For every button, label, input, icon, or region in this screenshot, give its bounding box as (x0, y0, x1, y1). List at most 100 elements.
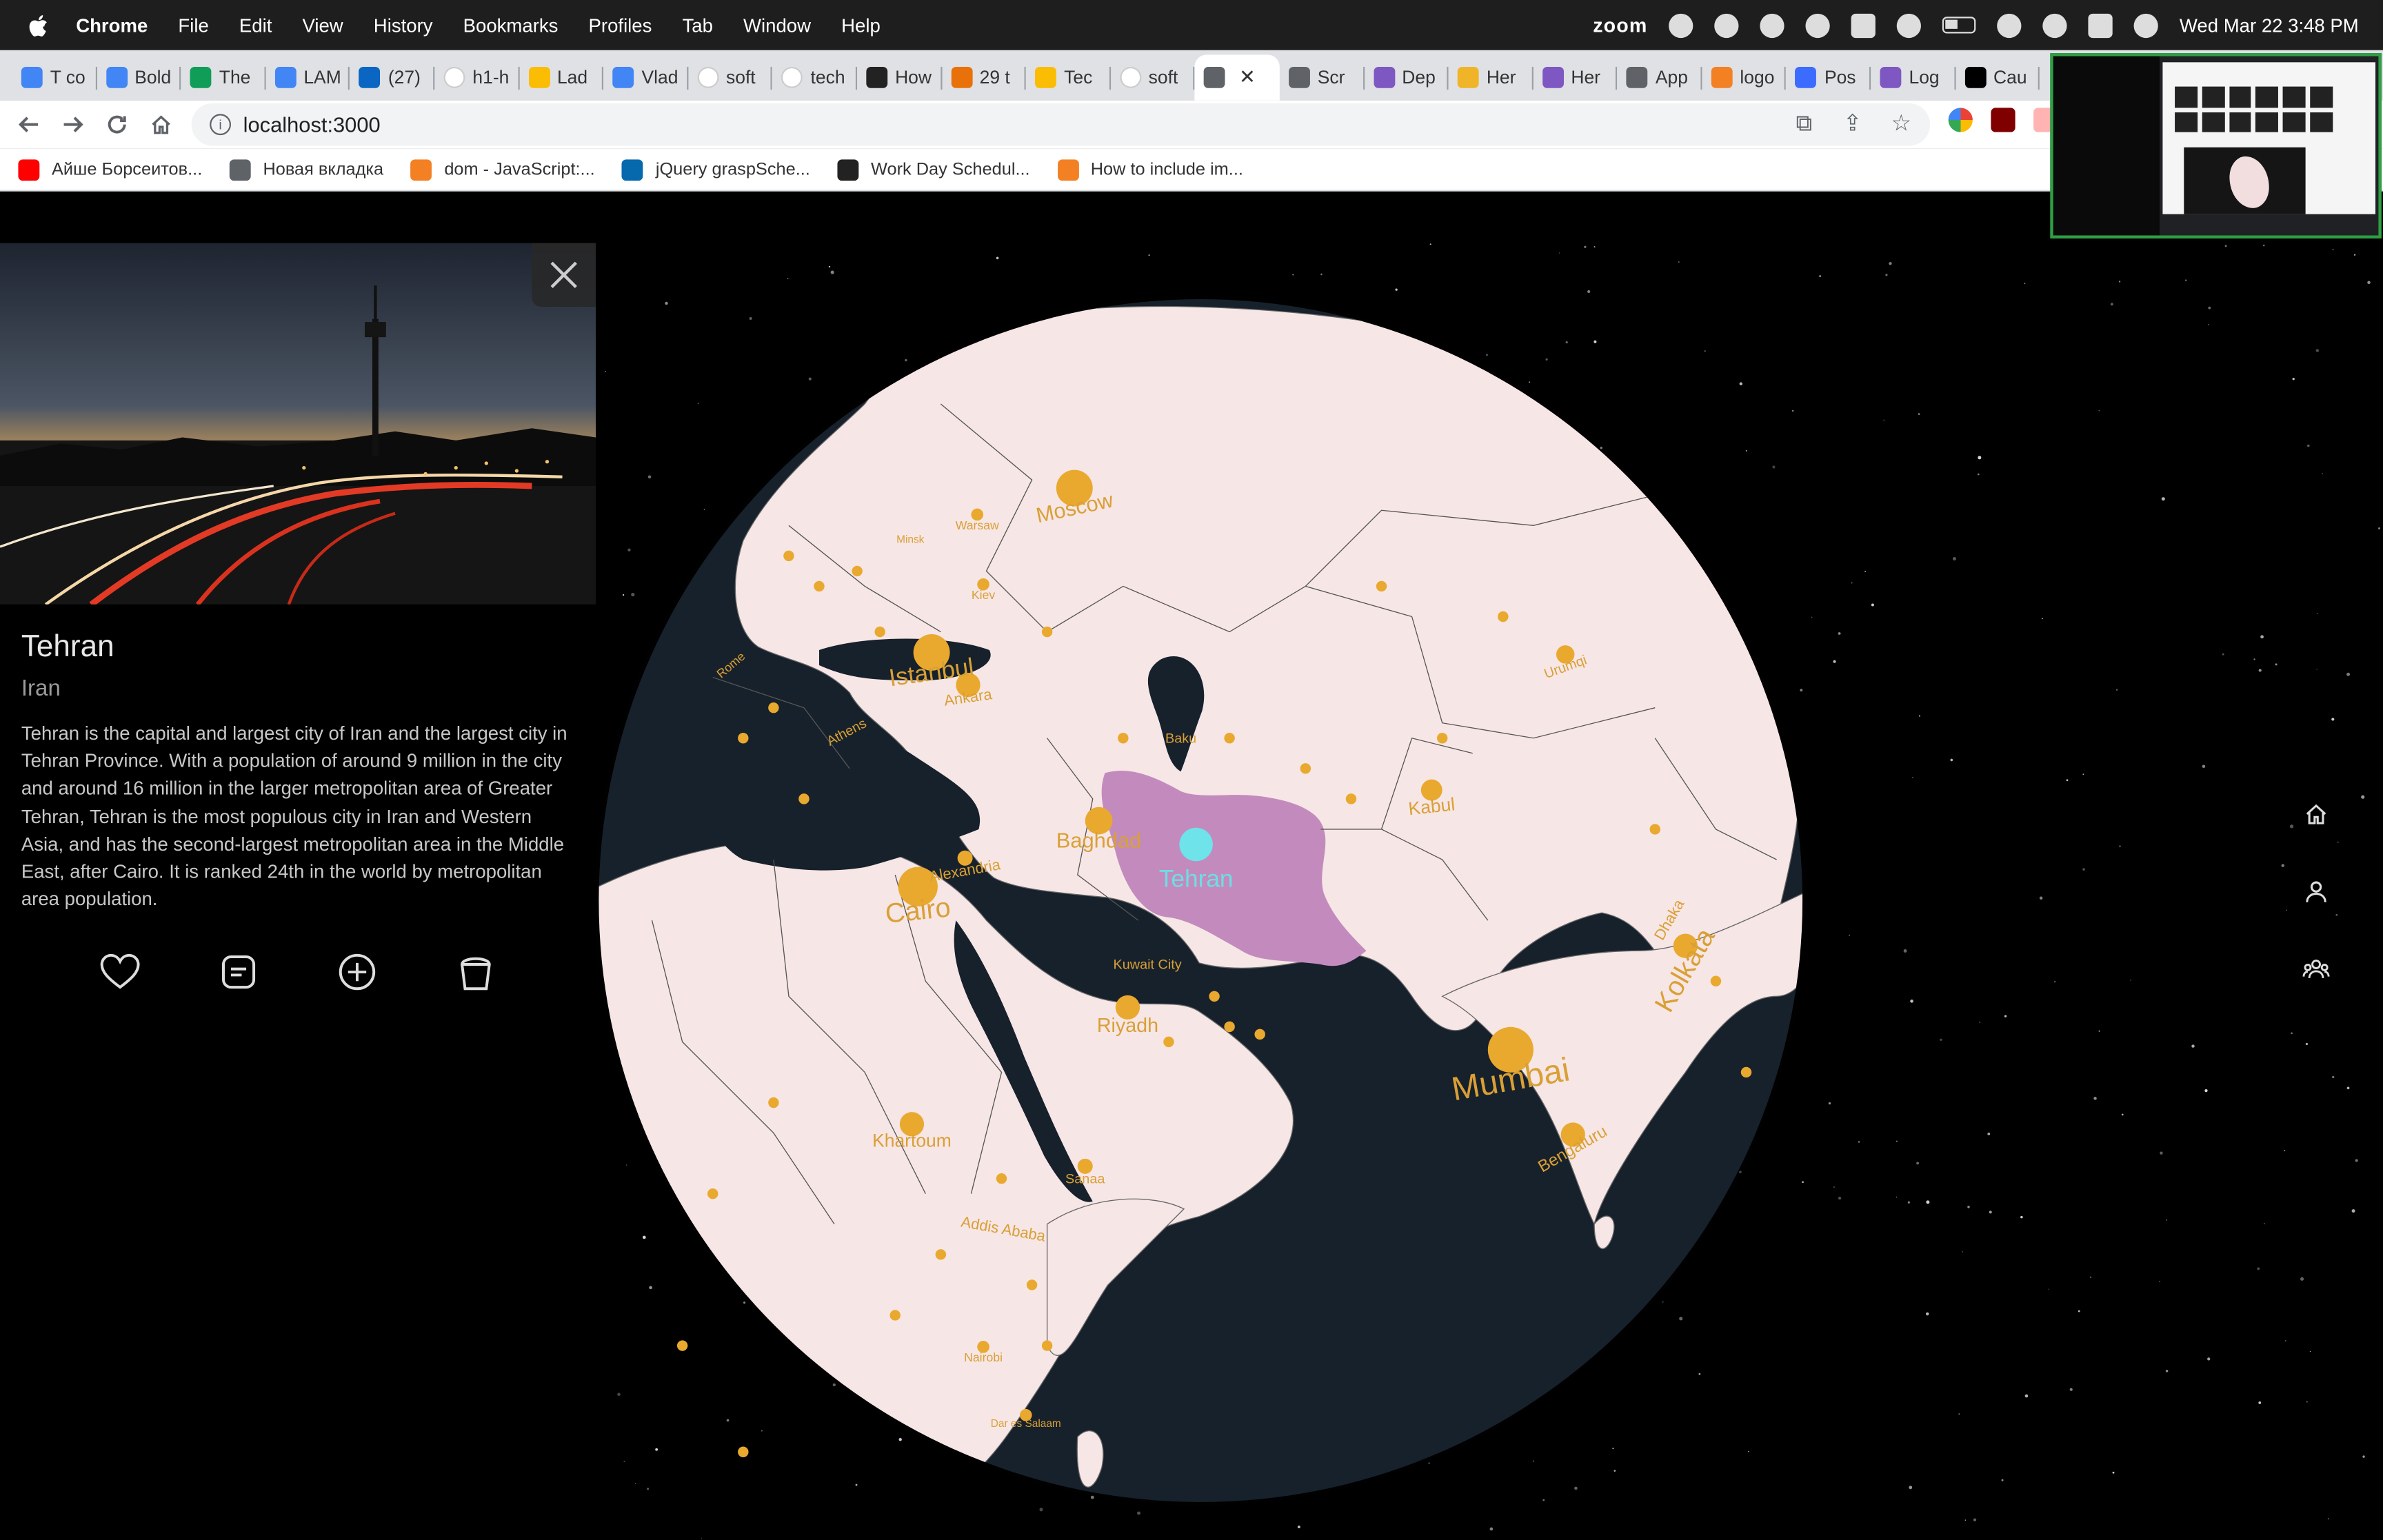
browser-tab[interactable]: How (857, 54, 942, 100)
city-marker[interactable] (1163, 1036, 1174, 1048)
city-marker[interactable] (768, 702, 779, 713)
browser-tab[interactable]: Scr (1280, 54, 1365, 100)
bookmark-item[interactable]: dom - JavaScript:... (410, 159, 595, 181)
city-label[interactable]: Dar es Salaam (991, 1419, 1061, 1430)
city-marker[interactable] (798, 793, 810, 804)
nav-friends-button[interactable] (2295, 948, 2337, 991)
browser-tab[interactable]: Cau (1955, 54, 2040, 100)
browser-tab[interactable]: Pos (1787, 54, 1871, 100)
browser-tab[interactable]: Tec (1026, 54, 1111, 100)
creative-cloud-2-icon[interactable] (1760, 12, 1784, 37)
browser-tab[interactable]: T co (12, 54, 97, 100)
menu-bookmarks[interactable]: Bookmarks (463, 14, 559, 36)
bookmark-item[interactable]: Новая вкладка (229, 159, 383, 181)
zoom-share-thumbnail[interactable] (2050, 53, 2382, 239)
menu-history[interactable]: History (374, 14, 433, 36)
city-label[interactable]: Khartoum (872, 1130, 952, 1151)
city-marker[interactable] (738, 733, 749, 744)
browser-tab[interactable]: Vlad (603, 54, 688, 100)
city-label[interactable]: Nairobi (964, 1351, 1003, 1365)
browser-tab[interactable]: The (181, 54, 266, 100)
browser-tab[interactable]: soft (1111, 54, 1196, 100)
browser-tab[interactable]: Dep (1364, 54, 1449, 100)
bookmark-item[interactable]: How to include im... (1057, 159, 1243, 181)
city-marker[interactable] (1740, 1066, 1752, 1078)
spotlight-search-icon[interactable] (2042, 12, 2067, 37)
bookmark-item[interactable]: Work Day Schedul... (837, 159, 1030, 181)
menu-edit[interactable]: Edit (239, 14, 272, 36)
globe-map[interactable] (583, 283, 1818, 1519)
city-marker[interactable] (1710, 975, 1722, 986)
skype-icon[interactable] (1851, 12, 1876, 37)
browser-tab[interactable]: LAM (265, 54, 350, 100)
browser-tab[interactable]: Lad (519, 54, 604, 100)
open-in-app-icon[interactable]: ⧉ (1790, 110, 1818, 137)
browser-tab[interactable]: Her (1449, 54, 1534, 100)
city-marker[interactable] (1224, 733, 1235, 744)
browser-tab[interactable]: App (1618, 54, 1702, 100)
browser-tab[interactable]: soft (688, 54, 773, 100)
address-bar[interactable]: i localhost:3000 ⧉ ⇪ ☆ (191, 103, 1931, 146)
city-marker[interactable] (1376, 580, 1387, 592)
play-icon[interactable] (1896, 12, 1922, 37)
city-label[interactable]: Minsk (896, 536, 924, 546)
bookmark-item[interactable]: Айше Борсеитов... (18, 159, 202, 181)
menubar-clock[interactable]: Wed Mar 22 3:48 PM (2180, 14, 2359, 36)
city-marker[interactable] (889, 1310, 901, 1321)
selected-city-marker[interactable] (1179, 827, 1213, 862)
forward-button[interactable] (57, 108, 90, 141)
url-text[interactable]: localhost:3000 (243, 112, 381, 136)
creative-cloud-icon[interactable] (1669, 12, 1693, 37)
city-marker[interactable] (738, 1446, 749, 1457)
menu-profiles[interactable]: Profiles (589, 14, 652, 36)
city-marker[interactable] (935, 1249, 947, 1260)
city-label[interactable]: Warsaw (956, 518, 999, 532)
chrome-extension-icon[interactable] (1948, 108, 1973, 132)
globe[interactable]: Tehran Moscow Istanbul Ankara Athens Rome Cai… (583, 283, 1818, 1519)
tab-close-icon[interactable]: ✕ (1239, 65, 1256, 90)
city-marker[interactable] (1498, 611, 1509, 622)
add-button[interactable] (336, 951, 379, 993)
apple-icon[interactable] (28, 13, 49, 37)
city-marker[interactable] (1649, 824, 1660, 835)
city-marker[interactable] (768, 1097, 779, 1108)
city-marker[interactable] (996, 1173, 1007, 1184)
notes-button[interactable] (217, 951, 260, 993)
ublock-icon[interactable] (1991, 108, 2015, 132)
site-info-icon[interactable]: i (210, 114, 232, 136)
city-label[interactable]: Baghdad (1056, 828, 1142, 852)
home-button[interactable] (144, 108, 177, 141)
city-marker[interactable] (1209, 991, 1220, 1002)
wifi-icon[interactable] (1997, 12, 2022, 37)
city-marker[interactable] (852, 565, 863, 577)
city-marker[interactable] (1254, 1029, 1265, 1040)
menu-file[interactable]: File (178, 14, 208, 36)
back-button[interactable] (12, 108, 46, 141)
browser-tab[interactable]: h1-h (434, 54, 519, 100)
favorite-button[interactable] (99, 951, 141, 993)
city-label[interactable]: Sanaa (1065, 1171, 1105, 1186)
city-marker[interactable] (1026, 1279, 1038, 1290)
reload-button[interactable] (100, 108, 133, 141)
browser-tab[interactable]: Bold (97, 54, 181, 100)
bookmark-item[interactable]: jQuery graspSche... (622, 159, 810, 181)
nav-profile-button[interactable] (2295, 870, 2337, 913)
control-center-icon[interactable] (2088, 12, 2113, 37)
battery-icon[interactable] (1942, 17, 1976, 34)
browser-tab[interactable]: logo (1702, 54, 1787, 100)
city-marker[interactable] (783, 550, 794, 562)
elephant-icon[interactable] (1805, 12, 1830, 37)
browser-tab[interactable]: (27) (350, 54, 435, 100)
menu-app-chrome[interactable]: Chrome (76, 14, 148, 36)
city-label[interactable]: Riyadh (1097, 1014, 1158, 1037)
zoom-status[interactable]: zoom (1593, 14, 1647, 37)
browser-tab[interactable]: Her (1533, 54, 1618, 100)
bucket-list-button[interactable] (454, 951, 497, 993)
city-marker[interactable] (676, 1340, 688, 1351)
share-icon[interactable]: ⇪ (1839, 110, 1867, 136)
city-marker[interactable] (874, 626, 885, 638)
city-marker[interactable] (1118, 733, 1129, 744)
city-marker[interactable] (814, 580, 825, 592)
browser-tab[interactable]: 29 t (942, 54, 1027, 100)
browser-tab[interactable]: ✕ (1195, 54, 1280, 101)
